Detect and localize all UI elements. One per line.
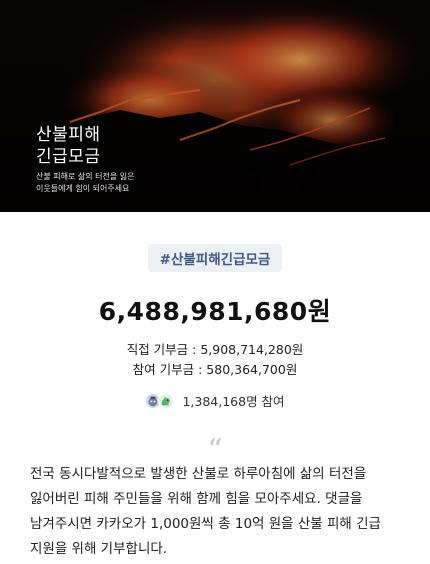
total-donation-amount: 6,488,981,680원 <box>98 297 332 326</box>
participant-count: 1,384,168명 참여 <box>182 394 285 409</box>
hero-banner: 산불피해 긴급모금 산불 피해로 삶의 터전을 잃은 이웃들에게 힘이 되어주세… <box>0 0 430 212</box>
hashtag-chip[interactable]: #산불피해긴급모금 <box>148 244 282 272</box>
hero-subtitle-line2: 이웃들에게 힘이 되어주세요 <box>36 184 130 193</box>
hero-title: 산불피해 긴급모금 <box>36 124 101 168</box>
hero-subtitle-line1: 산불 피해로 삶의 터전을 잃은 <box>36 172 135 181</box>
participant-count-row: 1,384,168명 참여 <box>0 391 430 410</box>
hero-title-line1: 산불피해 <box>36 125 101 145</box>
direct-donation: 직접 기부금 : 5,908,714,280원 <box>126 342 304 357</box>
campaign-story-text: 전국 동시다발적으로 발생한 산불로 하루아침에 삶의 터전을 잃어버린 피해 … <box>30 466 381 557</box>
participation-donation: 참여 기부금 : 580,364,700원 <box>132 362 298 377</box>
donation-breakdown: 직접 기부금 : 5,908,714,280원 참여 기부금 : 580,364… <box>0 340 430 380</box>
participant-avatars <box>145 392 175 409</box>
hero-subtitle: 산불 피해로 삶의 터전을 잃은 이웃들에게 힘이 되어주세요 <box>36 171 135 195</box>
avatar-dino-icon <box>158 392 175 409</box>
hero-title-line2: 긴급모금 <box>36 147 101 167</box>
